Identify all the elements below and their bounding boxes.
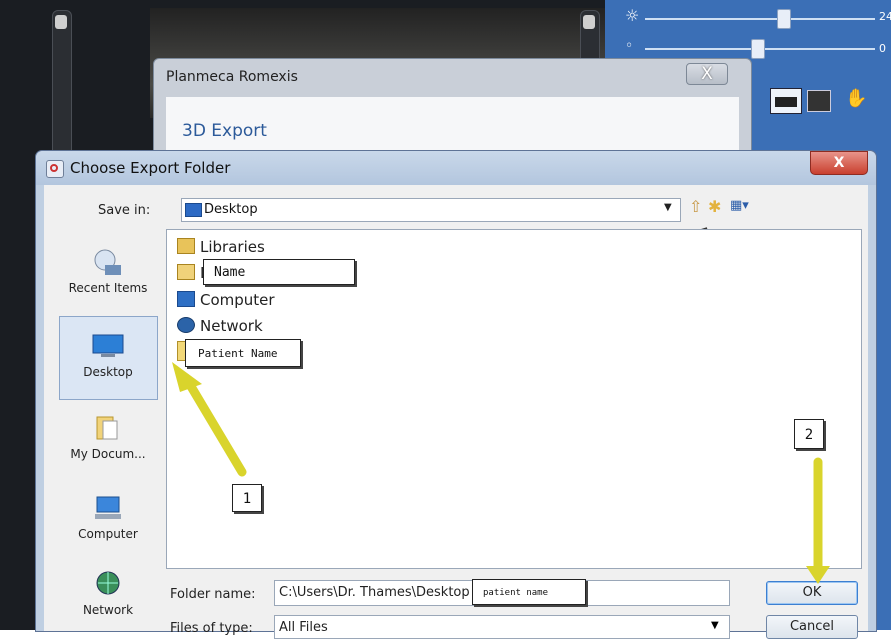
annotation-arrows <box>172 362 830 584</box>
arrow-1 <box>172 362 247 477</box>
arrow-2 <box>806 457 830 584</box>
